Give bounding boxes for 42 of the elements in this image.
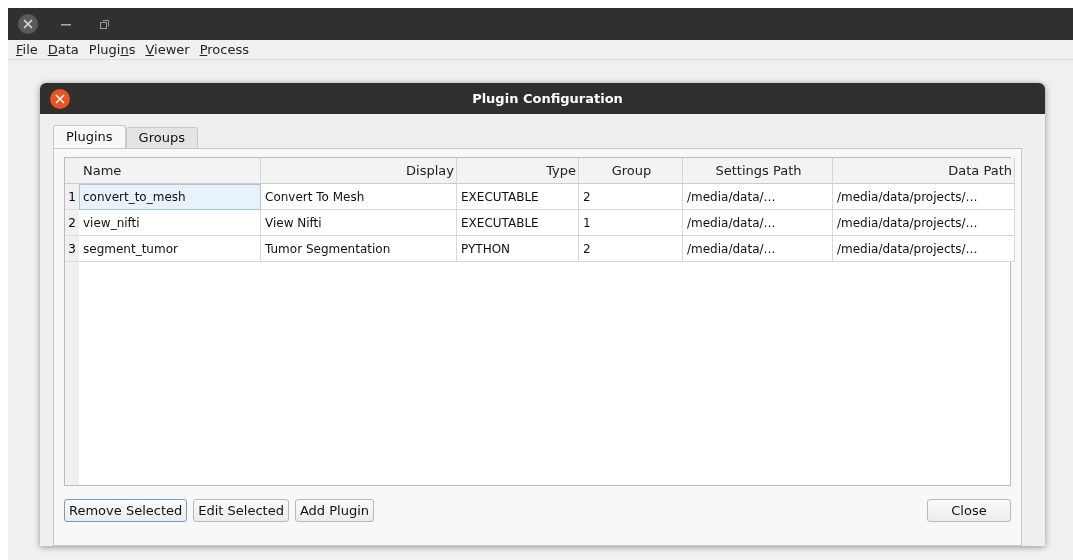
menu-item[interactable]: File: [12, 40, 42, 59]
menu-item[interactable]: Data: [43, 40, 83, 59]
table-cell: /media/data/…: [683, 210, 833, 236]
table-cell: /media/data/projects/…: [833, 236, 1015, 262]
table-cell: /media/data/projects/…: [833, 184, 1015, 210]
column-header[interactable]: Data Path: [833, 158, 1015, 184]
column-header[interactable]: Group: [579, 158, 683, 184]
table-cell: convert_to_mesh: [79, 184, 261, 210]
action-button[interactable]: Remove Selected: [64, 499, 188, 522]
menu-item[interactable]: Process: [195, 40, 253, 59]
table-cell: PYTHON: [457, 236, 579, 262]
menu-item[interactable]: Viewer: [141, 40, 194, 59]
table-cell: EXECUTABLE: [457, 210, 579, 236]
column-header[interactable]: Name: [79, 158, 261, 184]
close-icon: [55, 93, 65, 104]
table-cell: view_nifti: [79, 210, 261, 236]
column-header[interactable]: Type: [457, 158, 579, 184]
minimize-icon: [61, 22, 71, 26]
action-button[interactable]: Add Plugin: [294, 499, 375, 522]
close-icon: [23, 19, 33, 29]
table-cell: EXECUTABLE: [457, 184, 579, 210]
table-cell: Tumor Segmentation: [261, 236, 457, 262]
table-cell: /media/data/…: [683, 184, 833, 210]
table-cell: /media/data/projects/…: [833, 210, 1015, 236]
tab[interactable]: Plugins: [53, 125, 126, 148]
table-cell: View Nifti: [261, 210, 457, 236]
column-header[interactable]: Display: [261, 158, 457, 184]
table-cell: segment_tumor: [79, 236, 261, 262]
table-cell: 2: [579, 236, 683, 262]
table-cell: Convert To Mesh: [261, 184, 457, 210]
restore-icon: [99, 19, 109, 29]
column-header[interactable]: Settings Path: [683, 158, 833, 184]
table-cell: /media/data/…: [683, 236, 833, 262]
table-cell: 2: [579, 184, 683, 210]
close-button[interactable]: [18, 14, 38, 34]
dialog-title: Plugin Configuration: [472, 91, 623, 106]
tab[interactable]: Groups: [125, 127, 198, 148]
table-cell: 1: [579, 210, 683, 236]
menu-item[interactable]: Plugins: [84, 40, 140, 59]
action-button[interactable]: Edit Selected: [193, 499, 289, 522]
close-button[interactable]: Close: [927, 499, 1011, 522]
close-button[interactable]: [50, 88, 70, 109]
